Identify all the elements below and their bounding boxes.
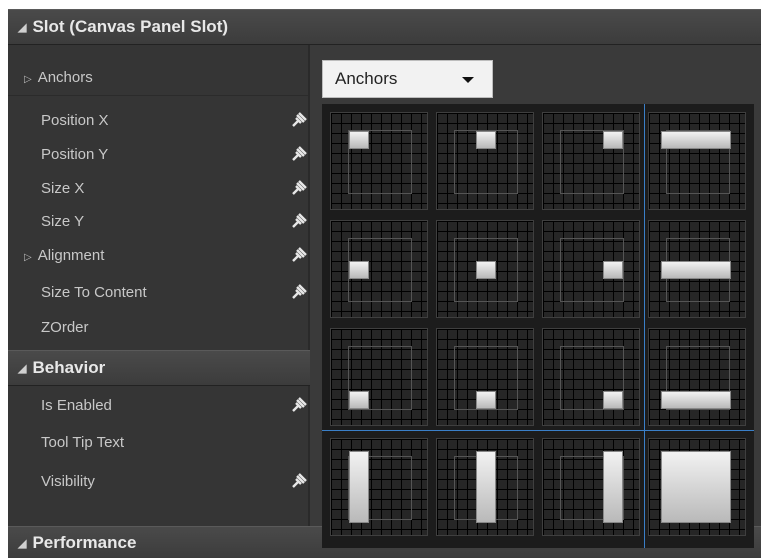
pin-icon[interactable] [290, 212, 308, 230]
chevron-down-icon [462, 77, 474, 83]
anchor-preset-center[interactable] [436, 220, 534, 318]
property-label: Visibility [41, 472, 95, 490]
anchor-preset-top-center[interactable] [436, 112, 534, 210]
column-divider [308, 45, 310, 350]
stretch-separator-vertical [644, 104, 645, 548]
anchor-preset-center-right[interactable] [542, 220, 640, 318]
anchors-row-label: Anchors [24, 69, 93, 86]
pin-icon[interactable] [290, 396, 308, 414]
property-row-size-y[interactable]: Size Y [8, 204, 308, 238]
anchor-preset-center-stretch[interactable] [648, 220, 746, 318]
anchors-dropdown-button[interactable]: Anchors [322, 60, 493, 98]
property-label: Position Y [41, 145, 109, 163]
stretch-separator-horizontal [322, 430, 754, 431]
property-label: Size X [41, 179, 85, 197]
anchor-preset-stretch-full[interactable] [648, 438, 746, 536]
property-label: Size To Content [41, 283, 147, 301]
collapse-arrow-icon: ◢ [18, 362, 27, 375]
property-label: Tool Tip Text [41, 433, 125, 451]
property-row-alignment[interactable]: Alignment [8, 238, 308, 272]
anchors-row[interactable]: Anchors [8, 59, 308, 96]
pin-icon[interactable] [290, 246, 308, 264]
slot-section-header[interactable]: ◢ Slot (Canvas Panel Slot) [8, 9, 761, 45]
pin-icon[interactable] [290, 145, 308, 163]
anchor-preset-bottom-right[interactable] [542, 328, 640, 426]
details-panel: ◢ Slot (Canvas Panel Slot) Anchors Posit… [8, 9, 761, 558]
property-row-zorder[interactable]: ZOrder [8, 310, 308, 344]
anchor-preset-top-right[interactable] [542, 112, 640, 210]
property-row-visibility[interactable]: Visibility [8, 464, 308, 498]
anchor-preset-stretch-left[interactable] [330, 438, 428, 536]
anchors-dropdown-label: Anchors [335, 69, 398, 88]
property-row-tool-tip-text[interactable]: Tool Tip Text [8, 425, 308, 459]
slot-section-title: Slot (Canvas Panel Slot) [32, 17, 229, 36]
pin-icon[interactable] [290, 283, 308, 301]
behavior-section-header[interactable]: ◢ Behavior [8, 350, 310, 386]
property-row-position-y[interactable]: Position Y [8, 137, 308, 171]
property-label: Size Y [41, 212, 85, 230]
property-row-position-x[interactable]: Position X [8, 103, 308, 137]
property-row-size-x[interactable]: Size X [8, 171, 308, 205]
pin-icon[interactable] [290, 111, 308, 129]
collapse-arrow-icon: ◢ [18, 21, 27, 34]
anchor-preset-stretch-center[interactable] [436, 438, 534, 536]
property-label: Alignment [24, 247, 105, 264]
property-label: Is Enabled [41, 396, 112, 414]
anchor-preset-stretch-right[interactable] [542, 438, 640, 536]
anchor-preset-top-left[interactable] [330, 112, 428, 210]
anchor-preset-bottom-left[interactable] [330, 328, 428, 426]
anchor-preset-bottom-stretch[interactable] [648, 328, 746, 426]
column-divider [308, 386, 310, 526]
anchor-presets-grid [322, 104, 754, 548]
property-label: Position X [41, 111, 109, 129]
pin-icon[interactable] [290, 472, 308, 490]
property-label: ZOrder [41, 318, 89, 336]
property-row-size-to-content[interactable]: Size To Content [8, 275, 308, 309]
behavior-section-title: Behavior [32, 358, 106, 377]
property-row-is-enabled[interactable]: Is Enabled [8, 388, 308, 422]
pin-icon[interactable] [290, 179, 308, 197]
anchor-preset-center-left[interactable] [330, 220, 428, 318]
anchor-preset-top-stretch[interactable] [648, 112, 746, 210]
performance-section-title: Performance [32, 533, 137, 552]
anchor-preset-bottom-center[interactable] [436, 328, 534, 426]
collapse-arrow-icon: ◢ [18, 537, 27, 550]
